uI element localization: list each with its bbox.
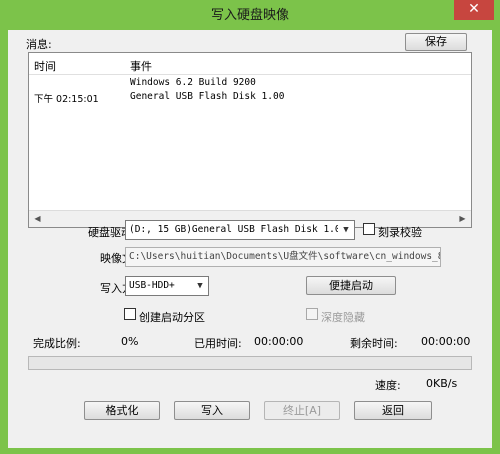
- message-log[interactable]: 时间 事件 Windows 6.2 Build 9200 下午 02:15:01…: [28, 52, 472, 228]
- elapsed-label: 已用时间:: [194, 337, 242, 350]
- arrow-right-icon[interactable]: ▶: [454, 211, 471, 227]
- image-file-field[interactable]: C:\Users\huitian\Documents\U盘文件\software…: [125, 247, 441, 267]
- drive-select[interactable]: (D:, 15 GB)General USB Flash Disk 1.00 ▼: [125, 220, 355, 240]
- column-header-time[interactable]: 时间: [34, 58, 56, 74]
- elapsed-value: 00:00:00: [254, 335, 304, 348]
- title-bar[interactable]: 写入硬盘映像 ✕: [0, 0, 500, 24]
- window-title: 写入硬盘映像: [210, 8, 289, 23]
- write-mode-value: USB-HDD+: [129, 280, 175, 291]
- log-row: 下午 02:15:01 General USB Flash Disk 1.00: [29, 91, 471, 105]
- messages-label: 消息:: [26, 38, 52, 51]
- portable-boot-button[interactable]: 便捷启动: [306, 276, 396, 295]
- column-header-event[interactable]: 事件: [130, 58, 152, 74]
- deep-hide-checkbox[interactable]: [306, 308, 318, 320]
- verify-checkbox[interactable]: [363, 223, 375, 235]
- completed-label: 完成比例:: [33, 337, 81, 350]
- remaining-label: 剩余时间:: [350, 337, 398, 350]
- format-button[interactable]: 格式化: [84, 401, 160, 420]
- create-boot-partition-checkbox[interactable]: [124, 308, 136, 320]
- close-button[interactable]: ✕: [454, 0, 494, 20]
- speed-label: 速度:: [375, 379, 401, 392]
- log-time: 下午 02:15:01: [34, 94, 99, 105]
- remaining-value: 00:00:00: [421, 335, 471, 348]
- drive-select-value: (D:, 15 GB)General USB Flash Disk 1.00: [129, 224, 347, 235]
- abort-button[interactable]: 终止[A]: [264, 401, 340, 420]
- back-button[interactable]: 返回: [354, 401, 432, 420]
- chevron-down-icon: ▼: [192, 277, 208, 295]
- log-row: Windows 6.2 Build 9200: [29, 77, 471, 91]
- log-event: Windows 6.2 Build 9200: [130, 77, 256, 88]
- chevron-down-icon: ▼: [338, 221, 354, 239]
- write-mode-select[interactable]: USB-HDD+ ▼: [125, 276, 209, 296]
- log-header: 时间 事件: [29, 53, 471, 75]
- image-file-value: C:\Users\huitian\Documents\U盘文件\software…: [129, 251, 441, 262]
- log-event: General USB Flash Disk 1.00: [130, 91, 285, 102]
- verify-label: 刻录校验: [378, 226, 422, 239]
- close-icon: ✕: [468, 1, 480, 17]
- deep-hide-label: 深度隐藏: [321, 311, 365, 324]
- dialog-client-area: 消息: 保存 时间 事件 Windows 6.2 Build 9200 下午 0…: [8, 30, 492, 448]
- arrow-left-icon[interactable]: ◀: [29, 211, 46, 227]
- create-boot-partition-label: 创建启动分区: [139, 311, 205, 324]
- write-progress-bar: [28, 356, 472, 370]
- save-button[interactable]: 保存: [405, 33, 467, 51]
- speed-value: 0KB/s: [426, 377, 458, 390]
- write-button[interactable]: 写入: [174, 401, 250, 420]
- completed-value: 0%: [121, 335, 139, 348]
- app-window: 写入硬盘映像 ✕ 消息: 保存 时间 事件 Windows 6.2 Build …: [0, 0, 500, 454]
